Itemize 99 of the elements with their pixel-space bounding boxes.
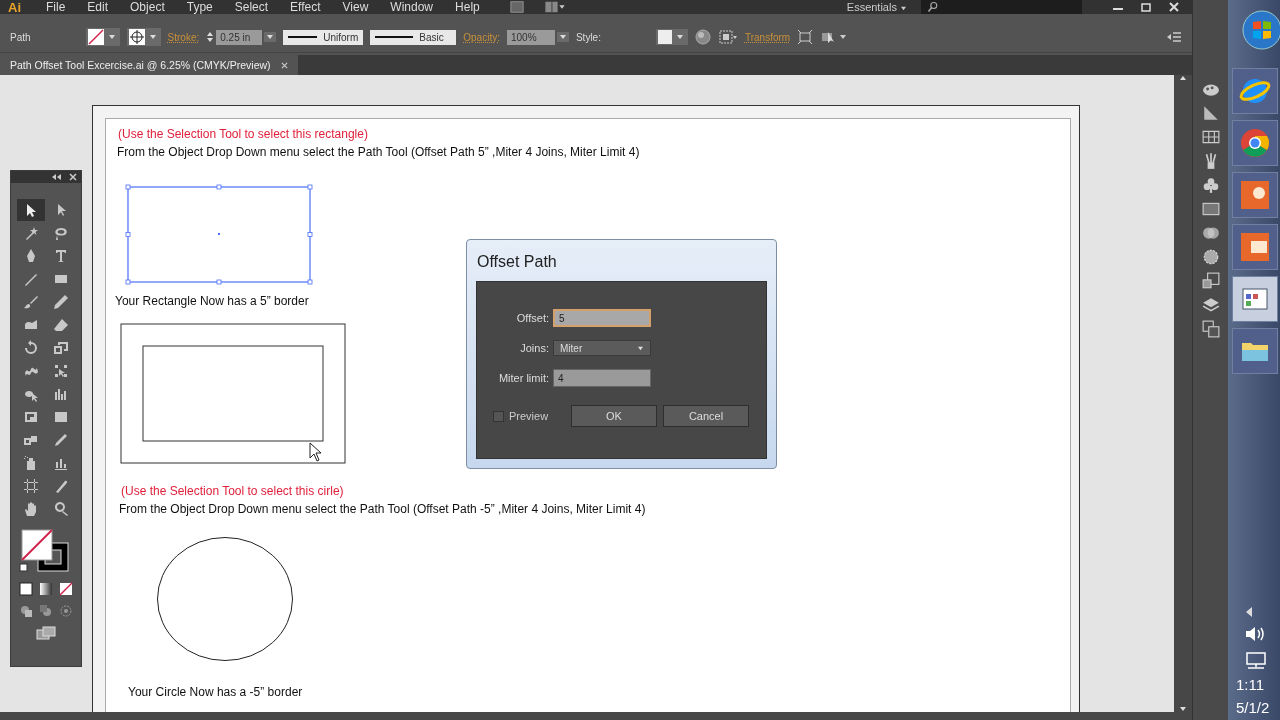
menu-item[interactable]: Effect (279, 0, 332, 14)
variable-width-dropdown[interactable]: Uniform (283, 29, 364, 45)
selection-type: Path (10, 31, 31, 43)
network-icon[interactable] (1244, 650, 1268, 670)
clock-date[interactable]: 5/1/2 (1236, 699, 1270, 716)
menu-item[interactable]: View (331, 0, 380, 14)
gradient-mode-icon[interactable] (39, 582, 53, 596)
clock-time[interactable]: 1:11 (1236, 676, 1265, 693)
stroke-panel-icon[interactable] (1201, 200, 1220, 218)
close-icon[interactable] (280, 61, 288, 69)
caret-icon (900, 6, 907, 11)
eyedropper-icon (53, 432, 69, 448)
line-icon (23, 271, 39, 287)
menu-item[interactable]: Window (379, 0, 445, 14)
menu-item[interactable]: File (35, 0, 77, 14)
start-button-icon[interactable] (1242, 10, 1280, 50)
app-logo: Ai (7, 0, 22, 15)
result-text: Your Circle Now has a -5” border (128, 685, 303, 699)
mesh-icon (23, 409, 39, 425)
recolor-icon[interactable] (694, 29, 711, 45)
dialog-title: Offset Path (476, 252, 558, 272)
caret-icon[interactable] (264, 32, 277, 42)
appearance-icon[interactable] (1201, 248, 1220, 266)
dialog-button[interactable]: OK (571, 405, 657, 427)
brush-dropdown[interactable]: Basic (370, 29, 457, 45)
collapse-icon[interactable] (51, 173, 63, 181)
gradient-icon (53, 409, 69, 425)
menu-item[interactable]: Object (119, 0, 176, 14)
maximize-icon[interactable] (1138, 1, 1154, 13)
field-label: Joins: (519, 342, 550, 354)
club-icon[interactable] (1201, 176, 1220, 194)
align-icon[interactable] (717, 29, 738, 45)
fill-dropdown[interactable] (85, 28, 120, 46)
draw-behind-icon[interactable] (39, 604, 53, 618)
draw-normal-icon[interactable] (19, 604, 33, 618)
swatches-icon[interactable] (1201, 128, 1220, 146)
menu-item[interactable]: Edit (76, 0, 120, 14)
show-hidden-icons-icon[interactable] (1244, 606, 1254, 618)
checkbox-label: Preview (509, 410, 549, 422)
tool-button[interactable] (17, 199, 45, 221)
mouse-pointer-icon (309, 442, 323, 462)
hint-text: (Use the Selection Tool to select this rectangle) (118, 127, 368, 141)
workspace-switcher[interactable]: Essentials (846, 1, 907, 13)
caret-icon (637, 345, 644, 351)
artboards-icon[interactable] (1201, 320, 1220, 338)
graphic-styles-icon[interactable] (1201, 272, 1220, 290)
hint-text: (Use the Selection Tool to select this cirle) (121, 484, 344, 498)
hand-icon (23, 501, 39, 517)
circle-shape[interactable] (155, 535, 295, 663)
isolate-icon[interactable] (797, 29, 814, 45)
zoom-icon (53, 501, 69, 517)
style-label: Style: (575, 31, 601, 43)
stroke-dropdown[interactable] (126, 28, 161, 46)
preview-checkbox[interactable] (493, 410, 504, 422)
eraser-icon (53, 317, 69, 333)
number-field[interactable]: 5 (553, 309, 651, 327)
field-label: Miter limit: (497, 372, 550, 384)
artboard-icon (23, 478, 39, 494)
app-icon[interactable] (1239, 179, 1271, 211)
field-label: Offset: (515, 312, 550, 324)
layers-icon[interactable] (1201, 296, 1220, 314)
camera-app-icon[interactable] (1239, 231, 1271, 263)
none-mode-icon[interactable] (59, 582, 73, 596)
menu-item[interactable]: Select (223, 0, 280, 14)
bars-icon (53, 386, 69, 402)
close-icon[interactable] (1166, 1, 1182, 13)
brush-icon (23, 294, 39, 310)
document-tab[interactable]: Path Offset Tool Excercise.ai @ 6.25% (CMYK/Preview) (0, 55, 298, 75)
draw-inside-icon[interactable] (59, 604, 73, 618)
search-icon (927, 1, 939, 13)
dialog-button[interactable]: Cancel (663, 405, 749, 427)
search-field[interactable] (921, 0, 1082, 14)
close-icon[interactable] (69, 173, 77, 181)
bridge-icon[interactable] (508, 0, 525, 14)
transform-icon (53, 363, 69, 379)
arrange-documents-icon[interactable] (542, 0, 567, 14)
vertical-scrollbar[interactable] (1174, 75, 1192, 712)
joins-dropdown[interactable]: Miter (553, 340, 651, 356)
color-mode-icon[interactable] (19, 582, 33, 596)
panel-menu-icon[interactable] (1166, 31, 1182, 43)
type-icon (53, 248, 69, 264)
menu-item[interactable]: Type (175, 0, 224, 14)
lasso-icon (53, 225, 69, 241)
menu-item[interactable]: Help (444, 0, 491, 14)
scale-icon (53, 340, 69, 356)
caret-icon[interactable] (556, 32, 569, 42)
style-dropdown[interactable] (655, 29, 688, 45)
knife-icon (53, 478, 69, 494)
instruction-text: From the Object Drop Down menu select the Path Tool (Offset Path -5” ,Miter 4 Joins, Miter Limit 4) (119, 502, 646, 516)
horizontal-scrollbar[interactable] (0, 712, 1192, 720)
round-browser-icon[interactable] (1239, 127, 1271, 159)
number-field[interactable]: 4 (553, 369, 651, 387)
screen-mode-icon[interactable] (36, 626, 56, 640)
pencil-icon (53, 294, 69, 310)
rotate-icon (23, 340, 39, 356)
transparency-icon[interactable] (1201, 224, 1220, 242)
instruction-text: From the Object Drop Down menu select the Path Tool (Offset Path 5” ,Miter 4 Joins, Miter Limit 4) (117, 145, 640, 159)
gradient-panel-icon[interactable] (1201, 104, 1220, 122)
result-text: Your Rectangle Now has a 5” border (115, 294, 309, 308)
